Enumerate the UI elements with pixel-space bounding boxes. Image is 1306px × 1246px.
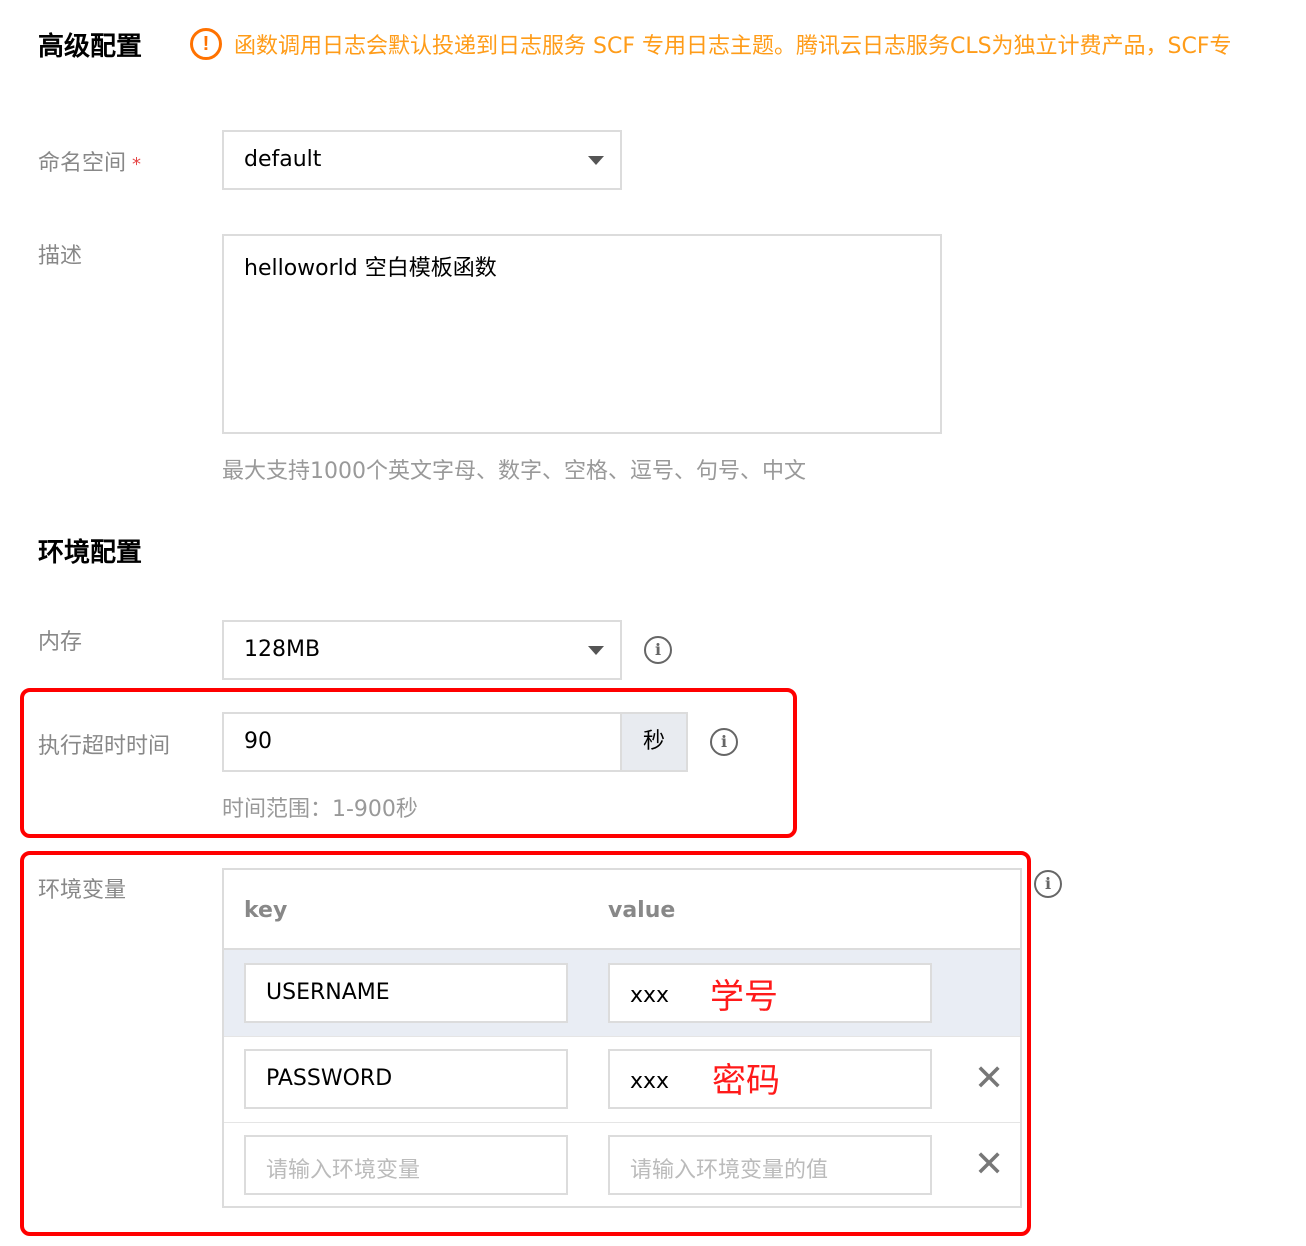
memory-info-icon[interactable]: i	[644, 636, 672, 664]
env-section-title: 环境配置	[38, 538, 143, 568]
memory-label: 内存	[38, 630, 83, 655]
new-env-value-placeholder: 请输入环境变量的值	[630, 1158, 829, 1183]
timeout-hint: 时间范围：1-900秒	[222, 797, 418, 822]
memory-select[interactable]: 128MB	[222, 620, 622, 680]
caret-down-icon	[588, 646, 604, 655]
new-env-key-input[interactable]: 请输入环境变量	[244, 1135, 568, 1195]
close-icon[interactable]: ✕	[974, 1147, 1004, 1183]
env-value-input[interactable]: xxx 学号	[608, 963, 932, 1023]
description-hint: 最大支持1000个英文字母、数字、空格、逗号、句号、中文	[222, 459, 806, 484]
env-key-value: PASSWORD	[266, 1066, 393, 1091]
table-row: PASSWORD xxx 密码 ✕	[224, 1037, 1020, 1122]
timeout-input[interactable]: 90	[222, 712, 622, 772]
env-key-input[interactable]: PASSWORD	[244, 1049, 568, 1109]
description-value: helloworld 空白模板函数	[244, 256, 497, 281]
timeout-label: 执行超时时间	[38, 734, 171, 759]
env-vars-info-icon[interactable]: i	[1034, 870, 1062, 898]
new-env-key-placeholder: 请输入环境变量	[266, 1158, 421, 1183]
namespace-label: 命名空间 *	[38, 145, 141, 177]
description-label: 描述	[38, 244, 83, 269]
table-row-new: 请输入环境变量 请输入环境变量的值 ✕	[224, 1123, 1020, 1206]
env-vars-table: key value USERNAME xxx 学号 PASSWORD xxx 密…	[222, 868, 1022, 1208]
namespace-select[interactable]: default	[222, 130, 622, 190]
env-vars-key-header: key	[244, 898, 288, 923]
env-value-value: xxx	[630, 1069, 670, 1094]
env-vars-value-header: value	[608, 898, 676, 923]
advanced-section-title: 高级配置	[38, 32, 143, 62]
env-value-value: xxx	[630, 983, 670, 1008]
log-notice: ! 函数调用日志会默认投递到日志服务 SCF 专用日志主题。腾讯云日志服务CLS…	[190, 28, 1232, 60]
env-key-value: USERNAME	[266, 980, 390, 1005]
timeout-unit-addon: 秒	[620, 712, 688, 772]
required-mark: *	[132, 154, 142, 175]
caret-down-icon	[588, 156, 604, 165]
timeout-input-value: 90	[244, 729, 272, 754]
namespace-label-text: 命名空间	[38, 151, 127, 176]
log-notice-text: 函数调用日志会默认投递到日志服务 SCF 专用日志主题。腾讯云日志服务CLS为独…	[234, 34, 1232, 59]
env-value-input[interactable]: xxx 密码	[608, 1049, 932, 1109]
username-annotation: 学号	[710, 977, 778, 1017]
close-icon[interactable]: ✕	[974, 1061, 1004, 1097]
env-vars-label: 环境变量	[38, 878, 127, 903]
password-annotation: 密码	[712, 1061, 780, 1101]
warning-circle-icon: !	[190, 28, 222, 60]
description-textarea[interactable]: helloworld 空白模板函数	[222, 234, 942, 434]
memory-select-value: 128MB	[244, 637, 321, 662]
namespace-select-value: default	[244, 147, 322, 172]
new-env-value-input[interactable]: 请输入环境变量的值	[608, 1135, 932, 1195]
timeout-info-icon[interactable]: i	[710, 728, 738, 756]
table-row: USERNAME xxx 学号	[224, 950, 1020, 1036]
env-key-input[interactable]: USERNAME	[244, 963, 568, 1023]
